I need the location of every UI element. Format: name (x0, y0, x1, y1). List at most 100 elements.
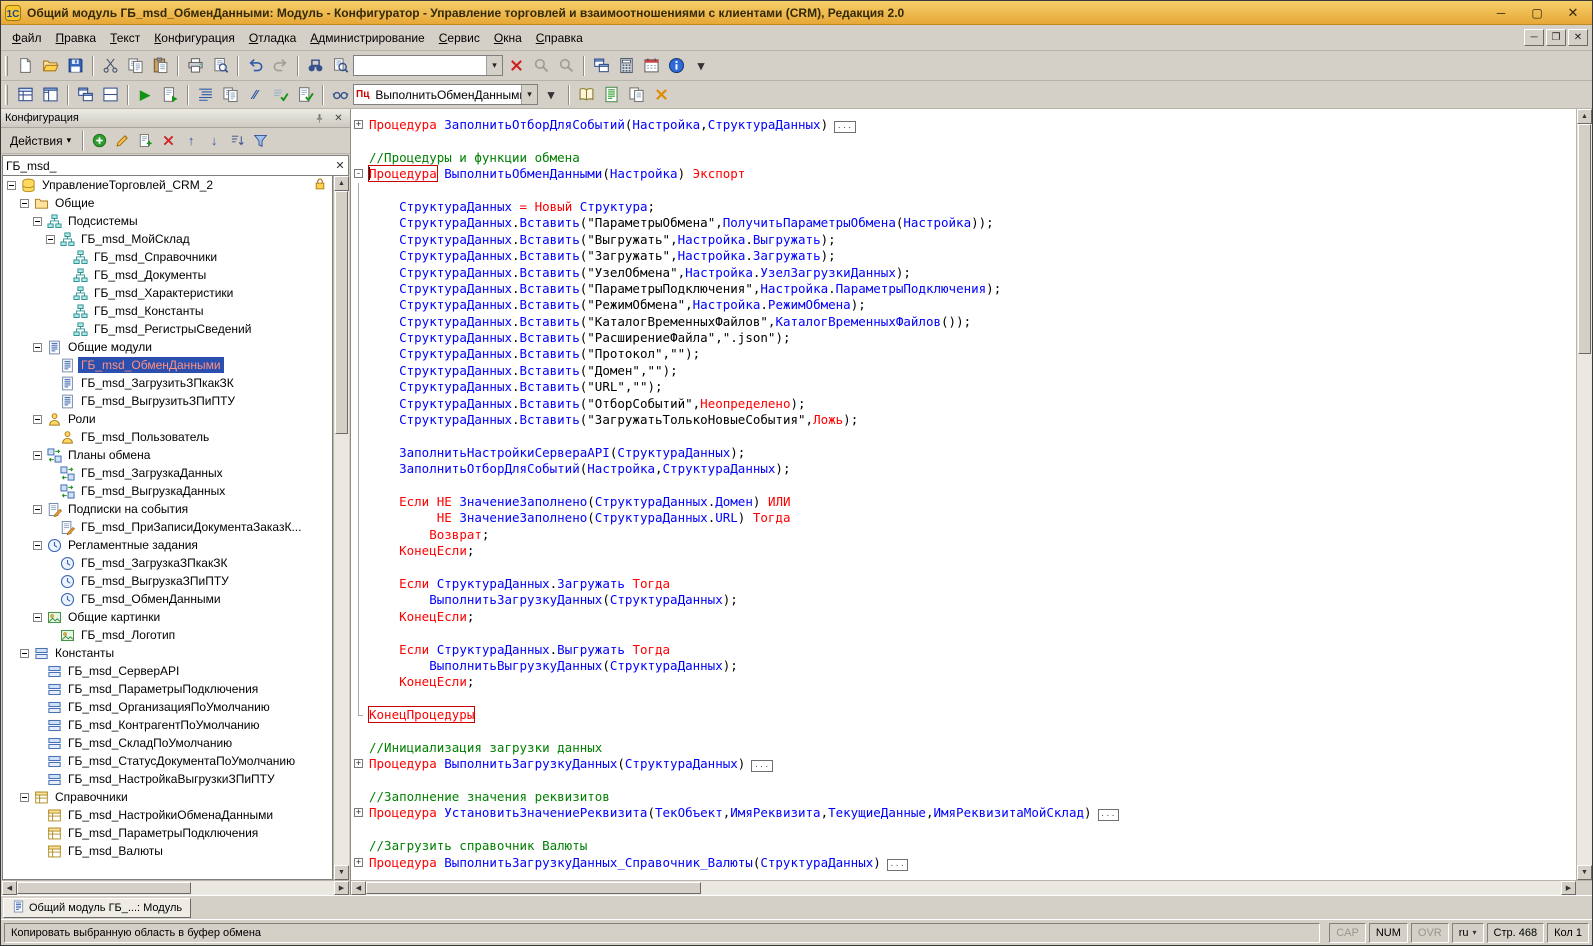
code-line[interactable]: КонецЕсли; (351, 674, 1576, 690)
tree-item[interactable]: ГБ_msd_ОрганизацияПоУмолчанию (3, 698, 332, 716)
scroll-left-icon[interactable]: ◀ (351, 881, 366, 895)
clear-search-button[interactable] (504, 54, 528, 78)
code-line[interactable]: СтруктураДанных.Вставить("ПараметрыПодкл… (351, 281, 1576, 297)
tree-item[interactable]: ГБ_msd_Характеристики (3, 284, 332, 302)
sort-button[interactable] (226, 130, 248, 152)
search-next-button[interactable] (554, 54, 578, 78)
code-line[interactable] (351, 625, 1576, 641)
code-line[interactable]: -Процедура ВыполнитьОбменДанными(Настрой… (351, 166, 1576, 182)
tree-item[interactable]: ГБ_msd_Пользователь (3, 428, 332, 446)
code-line[interactable]: СтруктураДанных.Вставить("РасширениеФайл… (351, 330, 1576, 346)
toolbar-grip[interactable] (5, 85, 8, 105)
tree-item[interactable]: ГБ_msd_РегистрыСведений (3, 320, 332, 338)
mdi-minimize-icon[interactable]: ─ (1524, 29, 1544, 46)
menu-item[interactable]: Справка (529, 27, 590, 49)
filter-clear-icon[interactable]: ✕ (332, 157, 348, 174)
code-line[interactable]: СтруктураДанных.Вставить("Загружать",Нас… (351, 248, 1576, 264)
code-line[interactable]: +Процедура ВыполнитьЗагрузкуДанных(Струк… (351, 756, 1576, 772)
format-button[interactable] (193, 83, 217, 107)
code-line[interactable] (351, 183, 1576, 199)
code-line[interactable]: СтруктураДанных.Вставить("Выгружать",Нас… (351, 232, 1576, 248)
scroll-right-icon[interactable]: ▶ (334, 881, 349, 895)
info-button[interactable] (664, 54, 688, 78)
menu-item[interactable]: Окна (487, 27, 529, 49)
fold-expand-icon[interactable]: + (351, 117, 369, 133)
code-line[interactable] (351, 478, 1576, 494)
scroll-left-icon[interactable]: ◀ (2, 881, 17, 895)
code-line[interactable]: СтруктураДанных = Новый Структура; (351, 199, 1576, 215)
tree-item[interactable]: Подсистемы (3, 212, 332, 230)
window-tab-module[interactable]: Общий модуль ГБ_...: Модуль (3, 898, 191, 918)
scroll-up-icon[interactable]: ▲ (1577, 109, 1592, 124)
comment-button[interactable]: ∕∕ (243, 83, 267, 107)
code-line[interactable]: //Загрузить справочник Валюты (351, 838, 1576, 854)
code-line[interactable]: СтруктураДанных.Вставить("ПараметрыОбмен… (351, 215, 1576, 231)
code-line[interactable]: СтруктураДанных.Вставить("ЗагружатьТольк… (351, 412, 1576, 428)
find-button[interactable] (303, 54, 327, 78)
filter-button[interactable] (249, 130, 271, 152)
code-line[interactable]: ЗаполнитьОтборДляСобытий(Настройка,Струк… (351, 461, 1576, 477)
tree-item[interactable]: Подписки на события (3, 500, 332, 518)
code-line[interactable]: //Процедуры и функции обмена (351, 150, 1576, 166)
calendar-button[interactable] (639, 54, 663, 78)
code-line[interactable]: СтруктураДанных.Вставить("УзелОбмена",На… (351, 265, 1576, 281)
scrollbar-thumb[interactable] (335, 191, 348, 434)
tree-item[interactable]: Регламентные задания (3, 536, 332, 554)
code-line[interactable]: ВыполнитьВыгрузкуДанных(СтруктураДанных)… (351, 658, 1576, 674)
form-constructor-button[interactable] (13, 83, 37, 107)
edit-button[interactable] (111, 130, 133, 152)
chevron-down-icon[interactable]: ▾ (521, 85, 537, 104)
fold-expand-icon[interactable]: + (351, 855, 369, 871)
tree-item[interactable]: ГБ_msd_ОбменДанными (3, 356, 332, 374)
tree-item[interactable]: ГБ_msd_СтатусДокументаПоУмолчанию (3, 752, 332, 770)
tree-item[interactable]: ГБ_msd_НастройкаВыгрузкиЗПиПТУ (3, 770, 332, 788)
add-button[interactable] (88, 130, 110, 152)
run-debug-button[interactable] (158, 83, 182, 107)
code-line[interactable] (351, 723, 1576, 739)
tree-item[interactable]: ГБ_msd_ПараметрыПодключения (3, 680, 332, 698)
language-indicator[interactable]: ru▾ (1452, 923, 1484, 943)
info-menu-arrow[interactable]: ▾ (689, 54, 713, 78)
scrollbar-thumb[interactable] (1578, 124, 1591, 354)
tree-item[interactable]: ГБ_msd_КонтрагентПоУмолчанию (3, 716, 332, 734)
mdi-close-icon[interactable]: ✕ (1568, 29, 1588, 46)
calculator-button[interactable] (614, 54, 638, 78)
module-check-button[interactable] (293, 83, 317, 107)
code-line[interactable]: КонецЕсли; (351, 543, 1576, 559)
menu-item[interactable]: Отладка (242, 27, 303, 49)
code-line[interactable]: +Процедура УстановитьЗначениеРеквизита(Т… (351, 805, 1576, 821)
scroll-right-icon[interactable]: ▶ (1561, 881, 1576, 895)
menu-item[interactable]: Правка (49, 27, 104, 49)
tree-item[interactable]: Константы (3, 644, 332, 662)
menu-item[interactable]: Текст (103, 27, 147, 49)
code-line[interactable]: //Инициализация загрузки данных (351, 740, 1576, 756)
code-line[interactable]: Возврат; (351, 527, 1576, 543)
code-line[interactable]: +Процедура ЗаполнитьОтборДляСобытий(Наст… (351, 117, 1576, 133)
tree-item[interactable]: Планы обмена (3, 446, 332, 464)
procedures-list-button[interactable] (328, 83, 352, 107)
code-line[interactable] (351, 822, 1576, 838)
tree-item[interactable]: ГБ_msd_Логотип (3, 626, 332, 644)
scroll-down-icon[interactable]: ▼ (334, 865, 349, 880)
code-line[interactable] (351, 691, 1576, 707)
scrollbar-thumb[interactable] (366, 882, 701, 894)
tree-item[interactable]: Общие модули (3, 338, 332, 356)
code-line[interactable] (351, 133, 1576, 149)
redo-button[interactable] (268, 54, 292, 78)
clone-button[interactable] (134, 130, 156, 152)
tree-item[interactable]: ГБ_msd_МойСклад (3, 230, 332, 248)
bookmark-clear-button[interactable] (649, 83, 673, 107)
code-line[interactable]: СтруктураДанных.Вставить("Домен",""); (351, 363, 1576, 379)
search-combo[interactable]: ▾ (353, 55, 503, 76)
copy-button[interactable] (123, 54, 147, 78)
maximize-icon[interactable]: ▢ (1522, 3, 1552, 22)
bookmark-add-button[interactable] (599, 83, 623, 107)
chevron-down-icon[interactable]: ▾ (486, 56, 502, 75)
collapse-toggle-icon[interactable] (33, 613, 42, 622)
minimize-icon[interactable]: ─ (1486, 3, 1516, 22)
search-prev-button[interactable] (529, 54, 553, 78)
code-line[interactable]: НЕ ЗначениеЗаполнено(СтруктураДанных.URL… (351, 510, 1576, 526)
find-in-doc-button[interactable] (328, 54, 352, 78)
panel-close-icon[interactable]: ✕ (331, 111, 346, 125)
undo-button[interactable] (243, 54, 267, 78)
